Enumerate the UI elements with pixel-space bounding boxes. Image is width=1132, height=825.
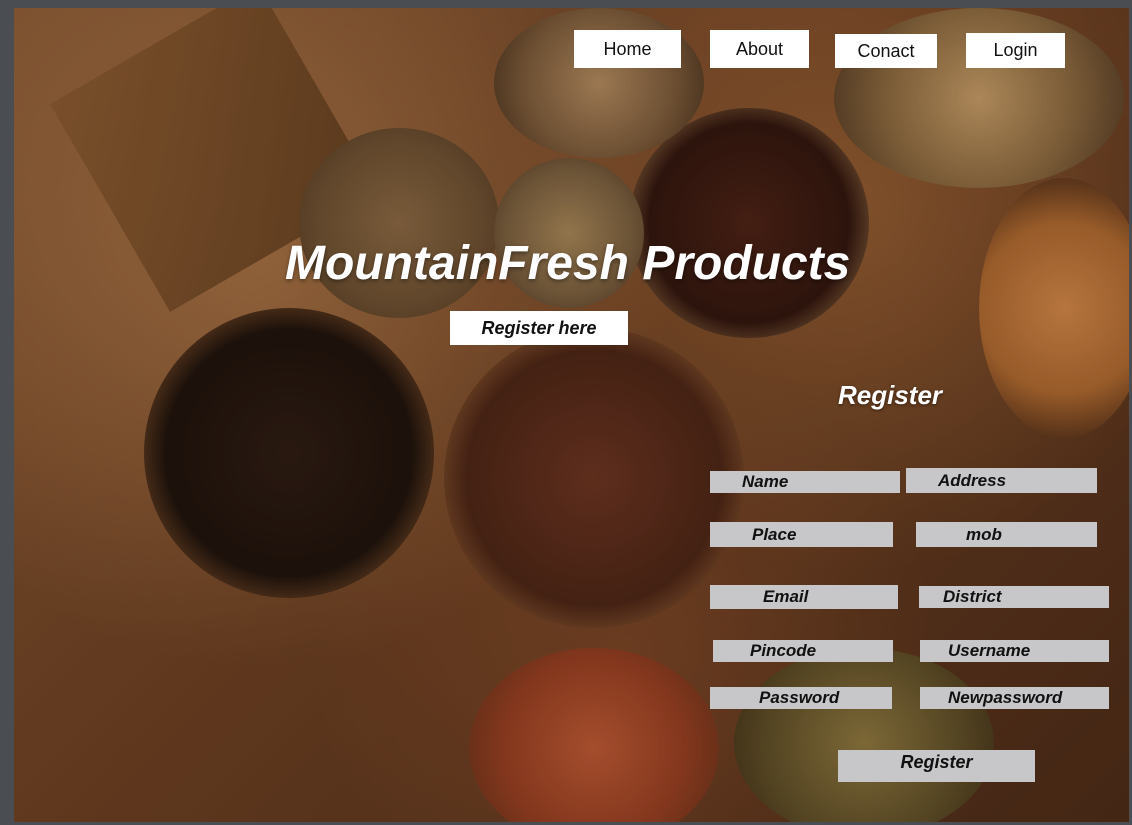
address-field[interactable]: Address (906, 468, 1097, 493)
pincode-field[interactable]: Pincode (713, 640, 893, 662)
site-title: MountainFresh Products (285, 237, 851, 290)
password-field-label: Password (759, 688, 840, 707)
email-field[interactable]: Email (710, 585, 898, 609)
new-password-field-label: Newpassword (948, 688, 1063, 707)
register-submit-button[interactable]: Register (838, 750, 1035, 782)
nav-login-button[interactable]: Login (966, 33, 1065, 68)
mobile-field-label: mob (966, 524, 1002, 544)
place-field[interactable]: Place (710, 522, 893, 547)
username-field-label: Username (948, 641, 1031, 660)
place-field-label: Place (752, 524, 797, 544)
name-field-label: Name (742, 472, 789, 491)
password-field[interactable]: Password (710, 687, 892, 709)
mobile-field[interactable]: mob (916, 522, 1097, 547)
register-form-heading: Register (838, 380, 943, 410)
nav-about-button[interactable]: About (710, 30, 809, 68)
new-password-field[interactable]: Newpassword (920, 687, 1109, 709)
name-field[interactable]: Name (710, 471, 900, 493)
register-here-button[interactable]: Register here (450, 311, 628, 345)
nav-contact-button[interactable]: Conact (835, 34, 937, 68)
username-field[interactable]: Username (920, 640, 1109, 662)
email-field-label: Email (763, 587, 809, 606)
district-field[interactable]: District (919, 586, 1109, 608)
nav-home-button[interactable]: Home (574, 30, 681, 68)
district-field-label: District (943, 587, 1002, 606)
address-field-label: Address (938, 470, 1007, 490)
pincode-field-label: Pincode (750, 641, 817, 660)
